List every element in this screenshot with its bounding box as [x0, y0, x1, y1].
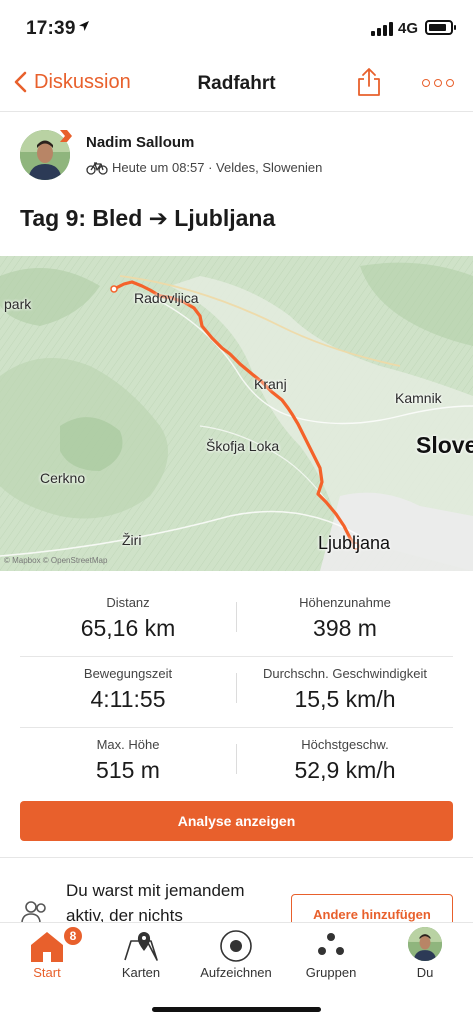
map-label-skofja-loka: Škofja Loka [206, 438, 280, 454]
activity-meta: Heute um 08:57 · Veldes, Slowenien [86, 160, 322, 175]
route-map[interactable]: park Radovljica Kranj Kamnik Slove Škofj… [0, 256, 473, 571]
home-indicator[interactable] [152, 1007, 321, 1012]
status-time: 17:39 [26, 18, 76, 39]
stat-elevation-gain: Höhenzunahme 398 m [237, 586, 453, 657]
tab-label: Du [416, 965, 434, 980]
nav-bar: Diskussion Radfahrt [0, 56, 473, 112]
record-icon [220, 930, 252, 962]
stat-value: 65,16 km [80, 615, 176, 641]
athlete-header[interactable]: Nadim Salloum Heute um 08:57 · Veldes, S… [20, 126, 460, 186]
stat-label: Durchschn. Geschwindigkeit [262, 666, 428, 681]
stat-label: Höchstgeschw. [301, 737, 389, 752]
share-icon[interactable] [356, 66, 382, 98]
stat-value: 4:11:55 [90, 686, 166, 712]
map-label-kranj: Kranj [254, 376, 287, 392]
tab-start[interactable]: 8 Start [0, 923, 94, 993]
stat-label: Bewegungszeit [83, 666, 173, 681]
map-label-cerkno: Cerkno [40, 470, 86, 486]
map-attribution[interactable]: © Mapbox © OpenStreetMap [4, 556, 107, 565]
stat-label: Distanz [106, 595, 150, 610]
back-label: Diskussion [34, 70, 131, 93]
groups-icon [318, 933, 344, 955]
chevron-left-icon [14, 71, 27, 93]
map-terrain [0, 256, 473, 571]
add-others-card: Du warst mit jemandem aktiv, der nichts … [0, 858, 473, 922]
map-label-slove: Slove [416, 432, 473, 458]
battery-level [429, 24, 446, 31]
people-icon [21, 901, 46, 922]
tab-label: Aufzeichnen [200, 965, 272, 980]
more-dots-icon[interactable] [422, 79, 454, 87]
stat-max-speed: Höchstgeschw. 52,9 km/h [237, 728, 453, 799]
stat-moving-time: Bewegungszeit 4:11:55 [20, 657, 236, 728]
tab-gruppen[interactable]: Gruppen [284, 923, 378, 993]
tab-label: Gruppen [305, 965, 357, 980]
activity-meta-text: Heute um 08:57 · Veldes, Slowenien [112, 160, 323, 175]
tab-aufzeichnen[interactable]: Aufzeichnen [189, 923, 283, 993]
map-label-ljubljana: Ljubljana [318, 533, 391, 553]
stat-row: Bewegungszeit 4:11:55 Durchschn. Geschwi… [20, 657, 453, 728]
home-icon [31, 932, 63, 962]
bicycle-icon [86, 161, 108, 175]
athlete-name[interactable]: Nadim Salloum [86, 134, 194, 151]
status-bar: 17:39 4G [0, 0, 473, 56]
map-label-radovljica: Radovljica [134, 290, 199, 306]
notification-badge: 8 [62, 925, 84, 947]
add-others-button[interactable]: Andere hinzufügen [291, 894, 453, 922]
analyse-button[interactable]: Analyse anzeigen [20, 801, 453, 841]
profile-avatar [408, 927, 442, 961]
back-button[interactable]: Diskussion [10, 68, 131, 96]
activity-title: Tag 9: Bled ➔ Ljubljana [20, 205, 276, 231]
tab-du[interactable]: Du [378, 923, 472, 993]
stat-value: 52,9 km/h [294, 757, 396, 783]
signal-strength-icon [371, 22, 395, 36]
location-arrow-icon [79, 21, 89, 31]
stat-label: Höhenzunahme [299, 595, 391, 610]
stat-distance: Distanz 65,16 km [20, 586, 236, 657]
stat-value: 398 m [313, 615, 377, 641]
map-label-kamnik: Kamnik [395, 390, 442, 406]
stat-value: 15,5 km/h [294, 686, 396, 712]
stat-row: Distanz 65,16 km Höhenzunahme 398 m [20, 586, 453, 657]
tab-label: Start [33, 965, 61, 980]
tab-label: Karten [121, 965, 161, 980]
tab-karten[interactable]: Karten [94, 923, 188, 993]
map-label-park: park [4, 296, 32, 312]
activity-stats: Distanz 65,16 km Höhenzunahme 398 m Bewe… [20, 586, 453, 799]
map-label-ziri: Žiri [122, 532, 142, 548]
network-type: 4G [398, 20, 419, 37]
stat-max-elevation: Max. Höhe 515 m [20, 728, 236, 799]
stat-row: Max. Höhe 515 m Höchstgeschw. 52,9 km/h [20, 728, 453, 799]
stat-avg-speed: Durchschn. Geschwindigkeit 15,5 km/h [237, 657, 453, 728]
add-others-text: Du warst mit jemandem aktiv, der nichts [66, 881, 245, 922]
athlete-avatar[interactable] [20, 130, 72, 180]
stat-label: Max. Höhe [96, 737, 160, 752]
stat-value: 515 m [96, 757, 160, 783]
subscriber-badge-icon [60, 130, 72, 142]
map-pin-icon [124, 932, 158, 961]
battery-icon [425, 20, 456, 35]
